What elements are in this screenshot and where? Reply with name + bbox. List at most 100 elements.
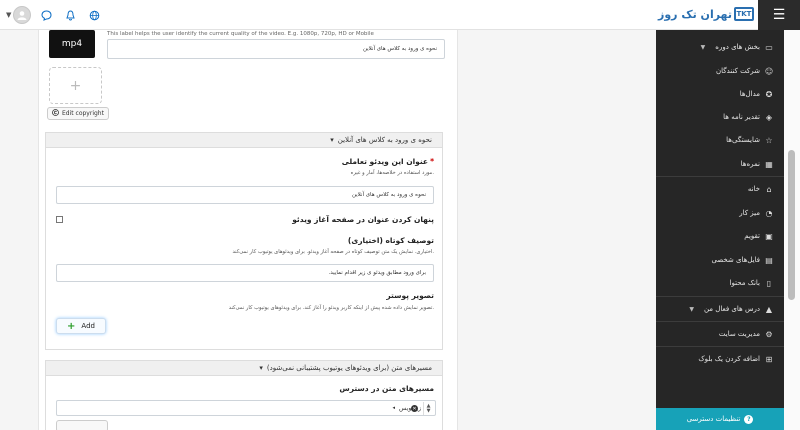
gear-icon: ⚙ (765, 329, 773, 339)
sidebar-item-label: بخش های دوره (715, 43, 760, 51)
add-file-placeholder[interactable]: + (49, 67, 102, 104)
short-desc-input[interactable]: برای ورود مطابق ویدئو ی زیر اقدام نمایید… (56, 264, 434, 282)
chevron-down-icon: ▾ (259, 364, 263, 372)
scrollbar-thumb[interactable] (788, 150, 795, 300)
graduation-icon: ▲ (765, 304, 773, 314)
section-body-text-tracks: مسیرهای متن در دسترس زیرنویس ◂ ✕ ▲▼ (45, 376, 443, 430)
sidebar-item-home[interactable]: ⌂ خانه (748, 180, 774, 198)
table-icon: ▦ (765, 159, 773, 169)
page-scrollbar[interactable] (784, 30, 800, 430)
sidebar-item-private-files[interactable]: ▤ فایل‌های شخصی (711, 251, 774, 269)
short-desc-label: توصیف کوتاه (اختیاری) (347, 236, 434, 245)
editor-panel: mp4 This label helps the user identify t… (38, 30, 458, 430)
hide-title-checkbox[interactable] (56, 216, 63, 223)
sidebar-item-label: نمره‌ها (740, 160, 760, 168)
user-controls: ▼ (6, 6, 103, 24)
folder-icon: ▭ (765, 42, 773, 52)
sidebar-item-label: میز کار (739, 209, 760, 217)
sidebar-item-label: درس های فعال من (703, 305, 760, 313)
chevron-down-icon: ▼ (689, 305, 694, 313)
video-title-help: .مورد استفاده در خلاصه‌ها، آمار و غیره (350, 170, 434, 176)
short-desc-help: .اختیاری. نمایش یک متن توصیف کوتاه در صف… (232, 249, 434, 255)
video-title-input[interactable]: نحوه ی ورود به کلاس های آنلاین (56, 186, 434, 204)
quality-help-text: This label helps the user identify the c… (107, 31, 374, 37)
top-navbar: ▼ تهران تک روز TKT ☰ (0, 0, 800, 30)
video-thumbnail[interactable]: mp4 (49, 30, 95, 58)
sidebar-divider (656, 296, 784, 297)
stepper-icon[interactable]: ▲ ▼ (423, 402, 433, 415)
plus-icon: + (67, 320, 76, 332)
sidebar-item-label: فایل‌های شخصی (711, 256, 760, 264)
caret-left-icon: ◂ (392, 405, 396, 411)
poster-label: تصویر پوستر (386, 291, 434, 300)
sidebar-divider (656, 176, 784, 177)
sidebar-item-calendar[interactable]: ▣ تقویم (744, 227, 774, 245)
required-icon: * (430, 157, 434, 166)
help-icon: ? (744, 414, 754, 424)
sidebar-item-course-sections[interactable]: ▭ بخش های دوره ▼ (701, 38, 774, 56)
sidebar-item-label: تقویم (744, 232, 760, 240)
accessibility-label: تنظیمات دسترسی (686, 415, 741, 423)
section-body-online-class: *عنوان این ویدئو تعاملی .مورد استفاده در… (45, 148, 443, 350)
sidebar-item-label: بانک محتوا (729, 279, 760, 287)
sidebar-item-competencies[interactable]: ☆ شایستگی‌ها (726, 131, 774, 149)
chevron-down-icon[interactable]: ▼ (6, 11, 11, 19)
layers-icon: ◈ (765, 112, 773, 122)
add-label: Add (81, 322, 95, 330)
video-title-label: *عنوان این ویدئو تعاملی (341, 157, 434, 166)
main-region: mp4 This label helps the user identify t… (0, 30, 656, 430)
globe-icon[interactable] (85, 6, 103, 24)
text-track-select[interactable]: زیرنویس ◂ ✕ ▲▼ (56, 400, 436, 416)
section-header-online-class[interactable]: ▾ نحوه ی ورود به کلاس های آنلاین (45, 132, 443, 148)
sidebar-item-grades[interactable]: ▦ نمره‌ها (741, 155, 774, 173)
sidebar-item-site-admin[interactable]: ⚙ مدیریت سایت (719, 325, 774, 343)
copyright-icon (52, 109, 59, 118)
sidebar-item-certificates[interactable]: ◈ تقدیر نامه ها (723, 108, 774, 126)
add-poster-button[interactable]: + Add (56, 318, 106, 334)
edit-copyright-button[interactable]: Edit copyright (47, 107, 109, 120)
file-icon: ▤ (765, 255, 773, 265)
clear-icon[interactable]: ✕ (411, 405, 418, 412)
menu-toggle-button[interactable]: ☰ (758, 0, 800, 30)
section-title: نحوه ی ورود به کلاس های آنلاین (337, 136, 432, 144)
users-icon: ☺ (764, 66, 774, 76)
text-tracks-label: مسیرهای متن در دسترس (339, 384, 434, 393)
sidebar-item-label: خانه (747, 185, 760, 193)
sidebar-item-badges[interactable]: ✪ مدال‌ها (740, 85, 774, 103)
plus-icon: + (69, 77, 82, 94)
sidebar-item-content-bank[interactable]: ▯ بانک محتوا (730, 274, 774, 292)
accessibility-settings-button[interactable]: ? تنظیمات دسترسی (656, 408, 784, 430)
hamburger-icon: ☰ (772, 7, 786, 23)
section-header-text-tracks[interactable]: ▾ مسیرهای متن (برای ویدئوهای یوتیوب پشتی… (45, 360, 443, 376)
site-logo[interactable]: تهران تک روز TKT (658, 7, 754, 21)
sidebar-item-label: اضافه کردن یک بلوک (698, 355, 760, 363)
star-icon: ☆ (765, 135, 773, 145)
chat-icon[interactable] (37, 6, 55, 24)
avatar[interactable] (13, 6, 32, 24)
hide-title-label: پنهان کردن عنوان در صفحه آغاز ویدئو (292, 215, 434, 224)
sidebar-item-add-block[interactable]: ⊞ اضافه کردن یک بلوک (698, 350, 774, 368)
sidebar-item-label: تقدیر نامه ها (723, 113, 760, 121)
bell-icon[interactable] (61, 6, 79, 24)
section-title: مسیرهای متن (برای ویدئوهای یوتیوب پشتیبا… (266, 364, 432, 372)
secondary-button[interactable] (56, 420, 108, 430)
sidebar-item-label: مدیریت سایت (718, 330, 760, 338)
sidebar-item-label: مدال‌ها (739, 90, 760, 98)
logo-mark: TKT (733, 7, 754, 21)
sidebar-item-my-courses[interactable]: ▲ درس های فعال من ▼ (689, 300, 774, 318)
poster-help: .تصویر نمایش داده شده پیش از اینکه کاربر… (228, 305, 434, 311)
logo-text: تهران تک روز (658, 7, 732, 21)
plus-square-icon: ⊞ (765, 354, 773, 364)
chevron-down-icon: ▾ (330, 136, 334, 144)
sidebar-item-participants[interactable]: ☺ شرکت کنندگان (716, 62, 774, 80)
right-sidebar: ▭ بخش های دوره ▼ ☺ شرکت کنندگان ✪ مدال‌ه… (656, 30, 784, 430)
home-icon: ⌂ (766, 184, 772, 194)
book-icon: ▯ (766, 278, 772, 288)
sidebar-divider (656, 346, 784, 347)
quality-input[interactable]: نحوه ی ورود به کلاس های آنلاین (107, 39, 445, 59)
edit-copyright-label: Edit copyright (62, 110, 104, 117)
sidebar-item-dashboard[interactable]: ◔ میز کار (739, 204, 774, 222)
sidebar-item-label: شرکت کنندگان (716, 67, 760, 75)
calendar-icon: ▣ (765, 231, 773, 241)
badge-icon: ✪ (765, 89, 773, 99)
